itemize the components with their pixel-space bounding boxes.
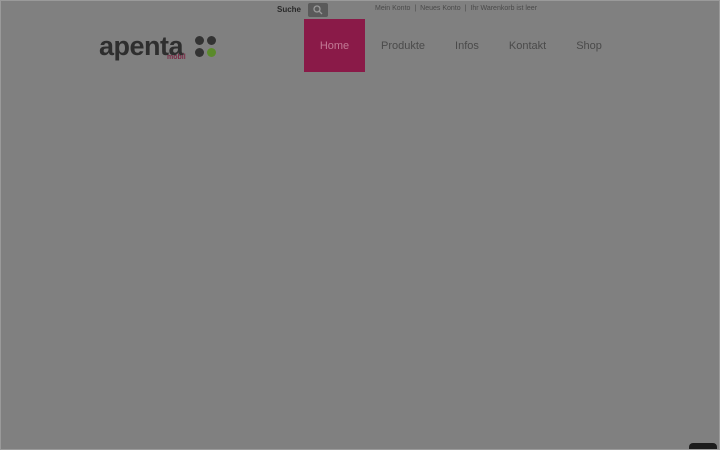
logo-dots-icon: [195, 36, 219, 60]
main-nav: Home Produkte Infos Kontakt Shop: [304, 19, 617, 72]
nav-item-kontakt[interactable]: Kontakt: [494, 19, 561, 72]
nav-item-home[interactable]: Home: [304, 19, 365, 72]
top-link-separator: |: [464, 5, 467, 12]
logo-dot: [207, 36, 216, 45]
logo-dot: [207, 48, 216, 57]
search-button[interactable]: [308, 3, 328, 17]
nav-item-infos[interactable]: Infos: [440, 19, 494, 72]
top-link-separator: |: [414, 5, 417, 12]
nav-item-shop[interactable]: Shop: [561, 19, 617, 72]
logo-subline: mobil: [167, 54, 186, 61]
corner-widget[interactable]: [689, 443, 717, 449]
logo[interactable]: apenta mobil: [99, 31, 223, 65]
top-link-cart[interactable]: Ihr Warenkorb ist leer: [470, 5, 537, 12]
nav-item-produkte[interactable]: Produkte: [365, 19, 440, 72]
page: Suche Mein Konto | Neues Konto | Ihr War…: [0, 0, 720, 450]
top-link-account[interactable]: Mein Konto: [375, 5, 410, 12]
top-links: Mein Konto | Neues Konto | Ihr Warenkorb…: [375, 5, 539, 12]
search-icon: [313, 5, 323, 15]
logo-dot: [195, 48, 204, 57]
top-link-new-account[interactable]: Neues Konto: [420, 5, 460, 12]
search-label: Suche: [277, 5, 302, 14]
logo-dot: [195, 36, 204, 45]
